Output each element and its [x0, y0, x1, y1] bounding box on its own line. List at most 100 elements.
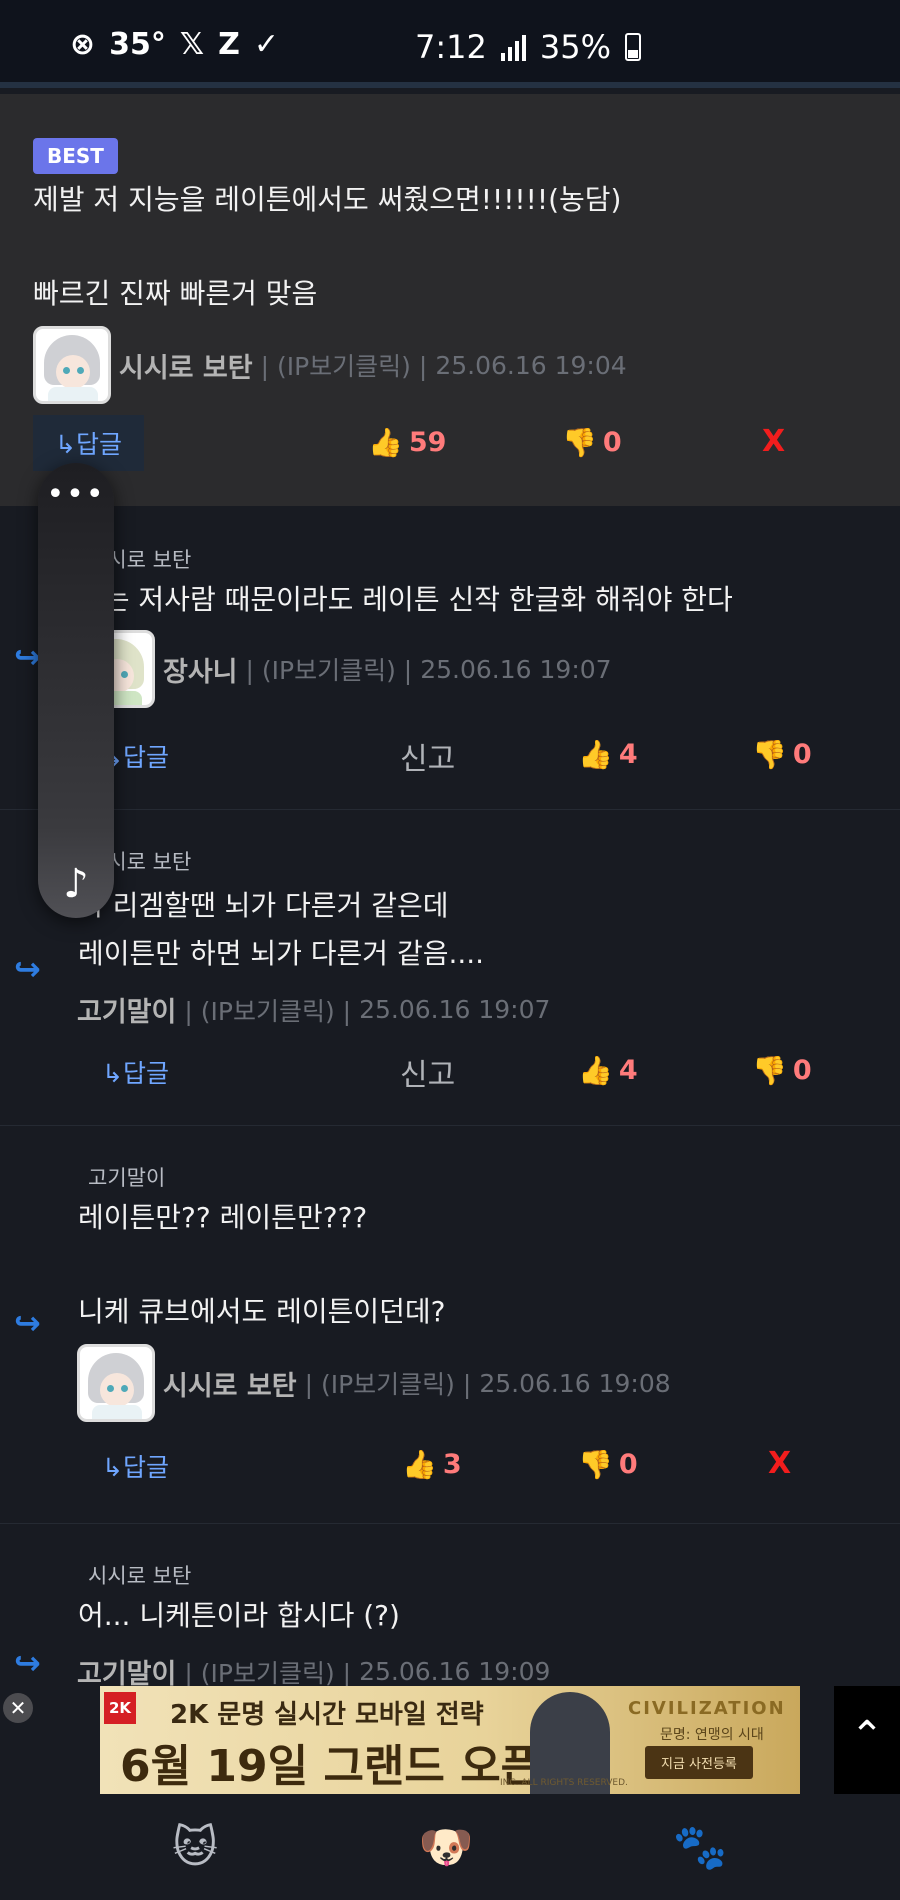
ip-toggle[interactable]: | (IP보기클릭) | — [184, 992, 351, 1028]
dislike-count: 0 — [602, 427, 622, 458]
music-note-icon[interactable]: ♪ — [38, 861, 114, 907]
reply-button[interactable]: ↳답글 — [102, 1448, 169, 1484]
thumbs-down-icon: 👎 — [562, 426, 597, 459]
dislike-count: 0 — [792, 1055, 812, 1086]
author-nickname[interactable]: 시시로 보탄 — [163, 1364, 297, 1403]
like-count: 59 — [408, 427, 447, 458]
reply-button[interactable]: ↳답글 — [33, 415, 144, 471]
ad-subtitle: 문명: 연맹의 시대 — [660, 1727, 764, 1743]
comment-meta: 고기말이 | (IP보기클릭) | 25.06.16 19:07 — [77, 990, 550, 1029]
reply-arrow-icon: ↪ — [14, 1304, 41, 1342]
thumbs-up-icon: 👍 — [402, 1448, 437, 1481]
nav-paw-icon[interactable]: 🐾 — [670, 1818, 730, 1878]
author-nickname[interactable]: 고기말이 — [77, 990, 176, 1029]
comment-datetime: 25.06.16 19:07 — [359, 995, 551, 1024]
comment-datetime: 25.06.16 19:04 — [435, 350, 627, 380]
like-count: 4 — [618, 1055, 638, 1086]
comment-text: 레이튼만?? 레이튼만??? — [78, 1201, 368, 1234]
reply-mention: 고기말이 — [88, 1166, 166, 1190]
reply-arrow-icon: ↪ — [14, 638, 41, 676]
comment-reply: ↪ 시시로 보탄 어... 니케튼이라 합시다 (?) 고기말이 | (IP보기… — [0, 1524, 900, 1690]
check-icon: ✓ — [253, 27, 279, 62]
dislike-button[interactable]: 👎 0 — [752, 1054, 812, 1087]
report-button[interactable]: 신고 — [400, 1050, 455, 1094]
comment-text: 짜 리겜할땐 뇌가 다른거 같은데 — [78, 889, 449, 922]
nav-cat-icon[interactable]: 🐱 — [165, 1818, 225, 1878]
thumbs-up-icon: 👍 — [368, 426, 403, 459]
like-button[interactable]: 👍 4 — [578, 738, 638, 771]
ip-toggle[interactable]: | (IP보기클릭) | — [246, 651, 413, 687]
delete-button[interactable]: X — [768, 1446, 791, 1481]
notification-icon: ⊗ — [70, 27, 96, 62]
ip-toggle[interactable]: | (IP보기클릭) | — [261, 347, 428, 383]
like-button[interactable]: 👍 59 — [368, 426, 446, 459]
comment-reply: ↪ 고기말이 레이튼만?? 레이튼만??? 니케 큐브에서도 레이튼이던데? 시… — [0, 1126, 900, 1524]
ip-toggle[interactable]: | (IP보기클릭) | — [305, 1365, 472, 1401]
status-bar: ⊗ 35° 𝕏 Z ✓ 7:12 35% — [0, 0, 900, 88]
dislike-button[interactable]: 👎 0 — [752, 738, 812, 771]
dislike-count: 0 — [618, 1449, 638, 1480]
like-button[interactable]: 👍 4 — [578, 1054, 638, 1087]
comment-datetime: 25.06.16 19:07 — [420, 654, 612, 684]
signal-icon — [500, 33, 526, 61]
thumbs-up-icon: 👍 — [578, 1054, 613, 1087]
like-button[interactable]: 👍 3 — [402, 1448, 462, 1481]
comment-actions: ↳답글 신고 👍 4 👎 0 — [0, 732, 900, 782]
comment-reply: ↪ 시시로 보탄 짜 리겜할땐 뇌가 다른거 같은데 레이튼만 하면 뇌가 다른… — [0, 810, 900, 1126]
comment-datetime: 25.06.16 19:08 — [479, 1368, 671, 1398]
report-button[interactable]: 신고 — [400, 734, 455, 778]
comment-actions: ↳답글 👍 3 👎 0 X — [0, 1442, 900, 1492]
reply-mention: 시시로 보탄 — [88, 1564, 192, 1588]
ad-cta-button[interactable]: 지금 사전등록 — [645, 1746, 753, 1779]
ip-toggle[interactable]: | (IP보기클릭) | — [184, 1654, 351, 1690]
comment-best: BEST 제발 저 지능을 레이튼에서도 써줬으면!!!!!!(농담) 빠르긴 … — [0, 94, 900, 506]
reply-arrow-icon: ↪ — [14, 1644, 41, 1682]
reply-arrow-icon: ↪ — [14, 950, 41, 988]
clock: 7:12 — [415, 28, 487, 66]
avatar[interactable] — [33, 326, 111, 404]
comment-meta: 시시로 보탄 | (IP보기클릭) | 25.06.16 19:04 — [33, 326, 627, 404]
dislike-button[interactable]: 👎 0 — [562, 426, 622, 459]
delete-button[interactable]: X — [762, 424, 785, 459]
floating-side-panel[interactable]: ••• ♪ — [38, 463, 114, 918]
comment-text: 파는 저사람 때문이라도 레이튼 신작 한글화 해줘야 한다 — [78, 583, 733, 616]
comment-text: 니케 큐브에서도 레이튼이던데? — [78, 1295, 446, 1328]
comment-text: 레이튼만 하면 뇌가 다른거 같음.... — [78, 937, 485, 970]
ad-headline: 2K 문명 실시간 모바일 전략 — [170, 1700, 484, 1730]
comment-actions: ↳답글 👍 59 👎 0 X — [0, 415, 900, 471]
reply-button[interactable]: ↳답글 — [102, 1054, 169, 1090]
dislike-button[interactable]: 👎 0 — [578, 1448, 638, 1481]
comment-datetime: 25.06.16 19:09 — [359, 1657, 551, 1686]
comment-text: 어... 니케튼이라 합시다 (?) — [78, 1599, 400, 1632]
like-count: 3 — [442, 1449, 462, 1480]
comment-reply: ↪ 시시로 보탄 파는 저사람 때문이라도 레이튼 신작 한글화 해줘야 한다 … — [0, 506, 900, 810]
scroll-to-top-button[interactable]: ⌃ — [834, 1686, 900, 1794]
ad-banner[interactable]: 2K 2K 문명 실시간 모바일 전략 6월 19일 그랜드 오픈 CIVILI… — [100, 1686, 800, 1794]
ad-logo: 2K — [104, 1692, 136, 1724]
comment-actions: ↳답글 신고 👍 4 👎 0 — [0, 1048, 900, 1098]
comment-text: 빠르긴 진짜 빠른거 맞음 — [33, 277, 318, 310]
like-count: 4 — [618, 739, 638, 770]
dislike-count: 0 — [792, 739, 812, 770]
bottom-navigation: 🐱 🐶 🐾 — [0, 1798, 900, 1900]
x-app-icon: 𝕏 — [179, 27, 205, 62]
ad-brand: CIVILIZATION — [628, 1698, 786, 1719]
more-options-icon[interactable]: ••• — [38, 477, 114, 512]
battery-icon — [624, 33, 641, 61]
avatar[interactable] — [77, 1344, 155, 1422]
ad-title: 6월 19일 그랜드 오픈 — [120, 1741, 542, 1792]
best-badge: BEST — [33, 138, 118, 174]
notification-icon: 35° — [109, 27, 166, 62]
nav-dog-icon[interactable]: 🐶 — [416, 1818, 476, 1878]
comment-text: 제발 저 지능을 레이튼에서도 써줬으면!!!!!!(농담) — [33, 183, 622, 216]
battery-percent: 35% — [539, 28, 611, 66]
thumbs-up-icon: 👍 — [578, 738, 613, 771]
author-nickname[interactable]: 장사니 — [163, 650, 238, 689]
ad-close-button[interactable]: ✕ — [3, 1693, 33, 1723]
status-clock-area: 7:12 35% — [415, 28, 641, 66]
thumbs-down-icon: 👎 — [578, 1448, 613, 1481]
status-notification-icons: ⊗ 35° 𝕏 Z ✓ — [70, 30, 279, 60]
thumbs-down-icon: 👎 — [752, 738, 787, 771]
author-nickname[interactable]: 시시로 보탄 — [119, 346, 253, 385]
ad-fine-print: INC. ALL RIGHTS RESERVED. — [500, 1778, 628, 1788]
